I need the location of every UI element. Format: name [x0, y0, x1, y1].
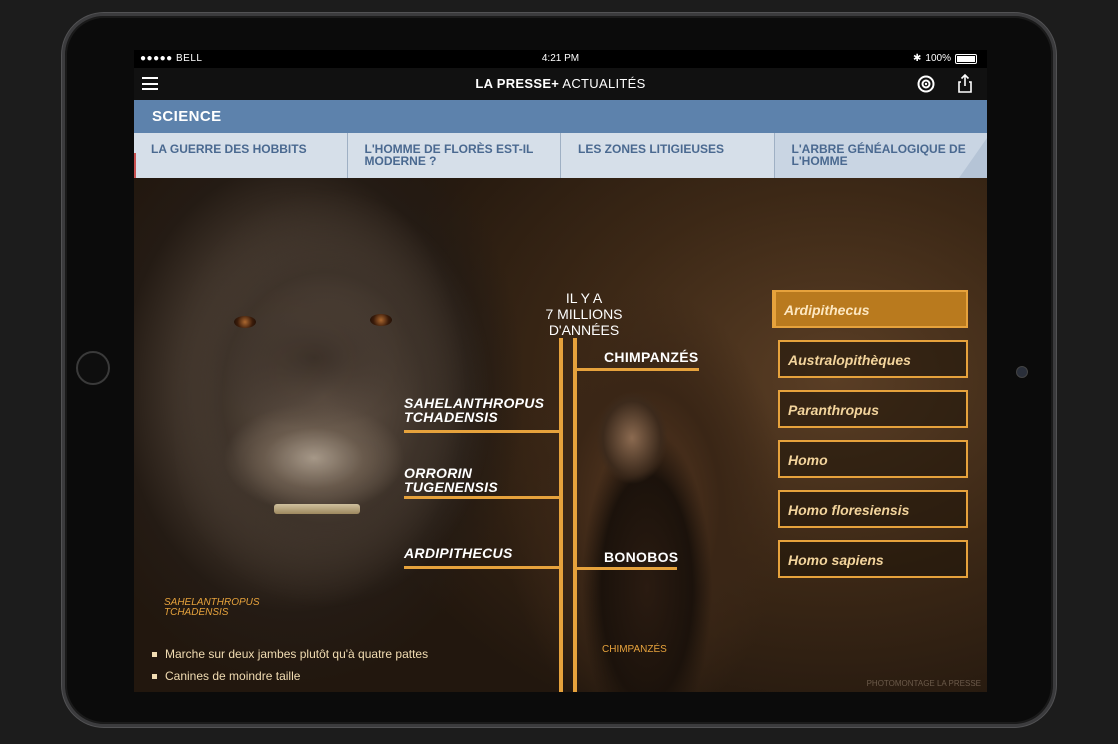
branch-line-orrorin [404, 496, 559, 499]
clock: 4:21 PM [541, 53, 580, 64]
status-right: ✱ 100% [913, 53, 977, 64]
species-caption: SAHELANTHROPUS TCHADENSIS [164, 598, 260, 618]
trait-item: Canines de moindre taille [152, 665, 428, 687]
brand-light: ACTUALITÉS [559, 76, 646, 91]
trait-item: Marche sur deux jambes plutôt qu'à quatr… [152, 643, 428, 665]
genus-homo-floresiensis-button[interactable]: Homo floresiensis [778, 490, 968, 528]
branch-line-ardipithecus [404, 566, 559, 569]
branch-orrorin-l2: TUGENENSIS [404, 479, 499, 495]
branch-line-sahelanthropus [404, 430, 559, 433]
podcast-icon[interactable] [917, 75, 935, 93]
screen: ●●●●● BELL 4:21 PM ✱ 100% LA PRESSE+ ACT… [134, 50, 987, 692]
right-eye [370, 314, 392, 326]
left-eye [234, 316, 256, 328]
branch-line-bonobos [577, 567, 677, 570]
bluetooth-icon: ✱ [913, 53, 922, 64]
home-button[interactable] [76, 351, 110, 385]
bullet-icon [152, 673, 157, 679]
branch-ardipithecus-l1: ARDIPITHECUS [404, 545, 513, 561]
tab-homme-flores[interactable]: L'HOMME DE FLORÈS EST-IL MODERNE ? [348, 133, 561, 178]
content-area: IL Y A 7 MILLIONS D'ANNÉES SAHELANTHROPU… [134, 178, 987, 692]
branch-chimpanzes[interactable]: CHIMPANZÉS [604, 350, 699, 364]
tree-trunk-left [559, 338, 563, 692]
bullet-icon [152, 651, 157, 657]
genus-australopitheques-button[interactable]: Australopithèques [778, 340, 968, 378]
genus-homo-button[interactable]: Homo [778, 440, 968, 478]
share-icon[interactable] [957, 74, 973, 93]
branch-sahelanthropus[interactable]: SAHELANTHROPUS TCHADENSIS [404, 396, 544, 424]
genus-paranthropus-button[interactable]: Paranthropus [778, 390, 968, 428]
tab-guerre-hobbits[interactable]: LA GUERRE DES HOBBITS [134, 133, 348, 178]
root-line-1: IL Y A [565, 290, 603, 306]
battery-icon [955, 53, 977, 64]
status-bar: ●●●●● BELL 4:21 PM ✱ 100% [134, 50, 987, 68]
branch-ardipithecus[interactable]: ARDIPITHECUS [404, 546, 513, 560]
trait-text: Canines de moindre taille [165, 669, 301, 683]
root-line-3: D'ANNÉES [548, 322, 620, 338]
root-line-2: 7 MILLIONS [545, 306, 623, 322]
genus-homo-sapiens-button[interactable]: Homo sapiens [778, 540, 968, 578]
article-tabs: LA GUERRE DES HOBBITS L'HOMME DE FLORÈS … [134, 133, 987, 178]
teeth [274, 504, 360, 514]
caption-line-2: TCHADENSIS [164, 607, 229, 618]
branch-sahelanthropus-l2: TCHADENSIS [404, 409, 499, 425]
photo-credit: PHOTOMONTAGE LA PRESSE [866, 679, 981, 688]
camera-icon [1016, 366, 1028, 378]
branch-orrorin-l1: ORRORIN [404, 465, 473, 481]
branch-bonobos[interactable]: BONOBOS [604, 550, 678, 564]
tab-arbre-genealogique[interactable]: L'ARBRE GÉNÉALOGIQUE DE L'HOMME [774, 133, 987, 178]
section-header: SCIENCE [134, 100, 987, 133]
genus-ardipithecus-button[interactable]: Ardipithecus [772, 290, 968, 328]
tree-root-label: IL Y A 7 MILLIONS D'ANNÉES [514, 290, 654, 338]
tab-zones-litigieuses[interactable]: LES ZONES LITIGIEUSES [561, 133, 775, 178]
brand-title: LA PRESSE+ ACTUALITÉS [134, 76, 987, 91]
traits-list: Marche sur deux jambes plutôt qu'à quatr… [152, 643, 428, 687]
chimp-caption: CHIMPANZÉS [602, 644, 667, 655]
tree-trunk-right [573, 338, 577, 692]
brand-bold: LA PRESSE+ [475, 76, 560, 91]
branch-orrorin[interactable]: ORRORIN TUGENENSIS [404, 466, 498, 494]
app-bar: LA PRESSE+ ACTUALITÉS [134, 68, 987, 100]
battery-percent: 100% [925, 53, 951, 64]
branch-line-chimpanzes [577, 368, 699, 371]
trait-text: Marche sur deux jambes plutôt qu'à quatr… [165, 647, 429, 661]
branch-sahelanthropus-l1: SAHELANTHROPUS [404, 395, 545, 411]
